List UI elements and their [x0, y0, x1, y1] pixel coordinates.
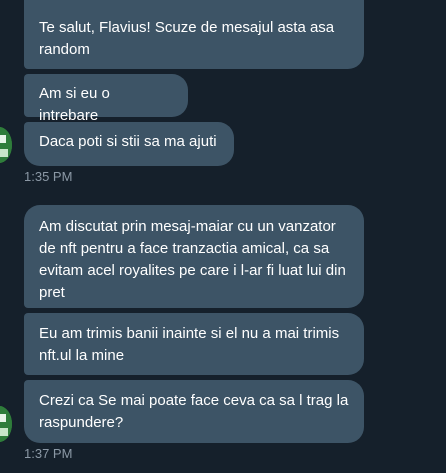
conversation-pane: Te salut, Flavius! Scuze de mesajul asta…	[0, 0, 446, 473]
user-avatar-icon[interactable]	[0, 127, 12, 163]
user-avatar-icon[interactable]	[0, 406, 12, 442]
message-timestamp: 1:37 PM	[24, 446, 73, 461]
message-bubble[interactable]: Eu am trimis banii inainte si el nu a ma…	[24, 313, 364, 375]
message-bubble[interactable]: Crezi ca Se mai poate face ceva ca sa l …	[24, 380, 364, 443]
message-bubble[interactable]: Am discutat prin mesaj-maiar cu un vanza…	[24, 205, 364, 308]
message-bubble[interactable]: Te salut, Flavius! Scuze de mesajul asta…	[24, 0, 364, 69]
message-bubble[interactable]: Am si eu o intrebare	[24, 74, 188, 124]
message-timestamp: 1:35 PM	[24, 169, 73, 184]
message-bubble[interactable]: Daca poti si stii sa ma ajuti	[24, 122, 234, 166]
